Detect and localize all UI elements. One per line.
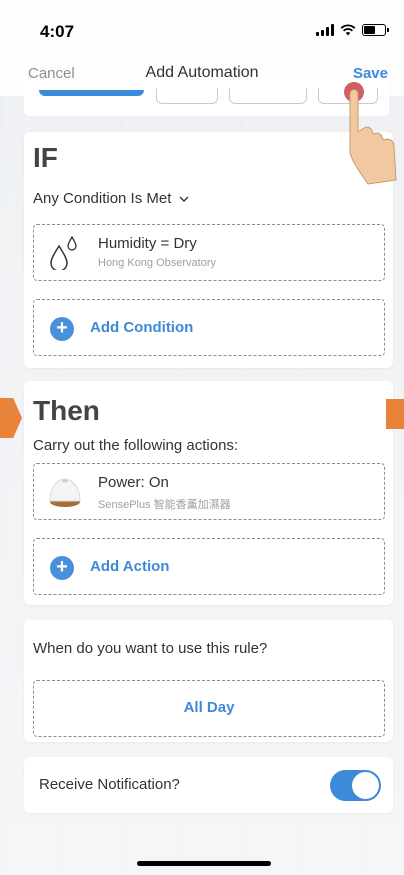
battery-icon xyxy=(362,24,389,36)
notification-card: Receive Notification? xyxy=(24,757,393,813)
notification-label: Receive Notification? xyxy=(39,776,180,793)
then-card: Then Carry out the following actions: Po… xyxy=(24,381,393,605)
segment[interactable] xyxy=(156,88,218,104)
condition-item[interactable]: Humidity = Dry Hong Kong Observatory xyxy=(33,224,385,281)
wifi-icon xyxy=(340,24,356,36)
previous-card xyxy=(24,80,389,116)
condition-mode-dropdown[interactable]: Any Condition Is Met xyxy=(33,190,189,207)
segment[interactable] xyxy=(229,88,307,104)
notification-toggle[interactable] xyxy=(330,770,381,801)
toggle-knob xyxy=(352,772,379,799)
action-item[interactable]: Power: On SensePlus 智能香薰加濕器 xyxy=(33,463,385,520)
time-selector-value: All Day xyxy=(183,699,235,716)
add-action-label: Add Action xyxy=(90,558,170,575)
plus-icon: + xyxy=(50,556,74,580)
then-subtitle: Carry out the following actions: xyxy=(33,437,239,454)
status-icons xyxy=(316,24,389,36)
annotation-arrow-right xyxy=(386,399,404,429)
home-indicator xyxy=(137,861,271,866)
humidifier-icon xyxy=(49,478,81,507)
status-bar: 4:07 xyxy=(0,0,404,52)
action-label: Power: On xyxy=(98,474,169,491)
condition-source: Hong Kong Observatory xyxy=(98,257,217,269)
condition-mode-label: Any Condition Is Met xyxy=(33,190,172,207)
add-condition-label: Add Condition xyxy=(90,319,194,336)
signal-icon xyxy=(316,24,334,36)
condition-label: Humidity = Dry xyxy=(98,235,197,252)
time-selector[interactable]: All Day xyxy=(33,680,385,737)
plus-icon: + xyxy=(50,317,74,341)
add-action-button[interactable]: + Add Action xyxy=(33,538,385,595)
then-title: Then xyxy=(33,395,100,426)
segment-selected[interactable] xyxy=(39,90,144,96)
droplets-icon xyxy=(50,235,77,270)
add-condition-button[interactable]: + Add Condition xyxy=(33,299,385,356)
rule-question: When do you want to use this rule? xyxy=(33,640,268,657)
rule-time-card: When do you want to use this rule? All D… xyxy=(24,620,393,742)
status-time: 4:07 xyxy=(40,22,75,41)
tap-hand-icon xyxy=(344,82,397,185)
chevron-down-icon xyxy=(179,196,189,202)
if-title: IF xyxy=(33,142,58,173)
action-device: SensePlus 智能香薰加濕器 xyxy=(98,499,231,511)
